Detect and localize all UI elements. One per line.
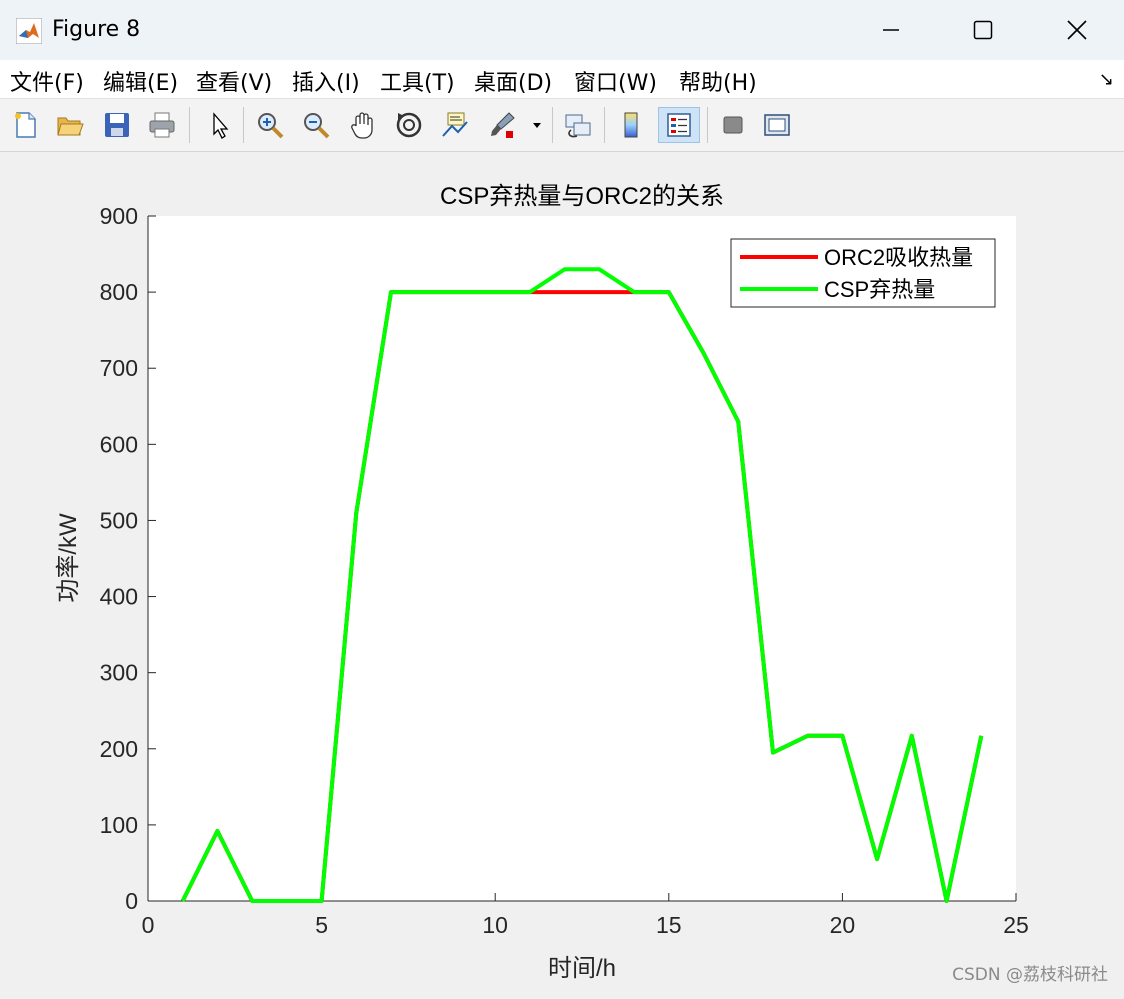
toolbar-separator <box>552 107 553 143</box>
save-icon <box>105 113 129 137</box>
menu-view[interactable]: 查看(V) <box>196 65 272 97</box>
x-axis-label: 时间/h <box>548 955 616 982</box>
y-tick-label: 600 <box>100 431 138 457</box>
menu-desktop[interactable]: 桌面(D) <box>474 65 552 97</box>
plot-area <box>148 216 1016 901</box>
y-tick-label: 500 <box>100 507 138 533</box>
link-plot-button[interactable] <box>560 107 596 143</box>
matlab-logo-icon <box>16 18 42 44</box>
zoom-out-icon <box>304 113 330 139</box>
y-tick-label: 700 <box>100 355 138 381</box>
y-tick-label: 100 <box>100 812 138 838</box>
window-title: Figure 8 <box>52 17 141 42</box>
close-button[interactable] <box>1030 0 1124 60</box>
x-tick-label: 25 <box>1003 912 1029 938</box>
toolbar-separator <box>604 107 605 143</box>
toolbar-separator <box>189 107 190 143</box>
rotate-3d-icon <box>396 112 422 138</box>
menu-edit[interactable]: 编辑(E) <box>103 65 178 97</box>
minimize-icon <box>883 29 899 31</box>
print-icon <box>149 112 175 138</box>
figure-canvas: 0 5 10 15 20 25 0 100 200 300 400 500 600 700 800 900 C… <box>0 152 1124 995</box>
menu-help[interactable]: 帮助(H) <box>679 65 757 97</box>
close-icon <box>1067 20 1087 40</box>
new-figure-icon <box>15 112 36 138</box>
line-chart[interactable]: 0 5 10 15 20 25 0 100 200 300 400 500 600 700 800 900 C… <box>0 152 1124 995</box>
zoom-out-button[interactable] <box>298 107 334 143</box>
show-plot-tools-button[interactable] <box>759 107 795 143</box>
link-plot-icon <box>565 114 591 138</box>
chevron-down-icon <box>533 123 541 128</box>
zoom-in-icon <box>258 113 284 139</box>
x-tick-label: 15 <box>656 912 682 938</box>
pan-button[interactable] <box>345 107 381 143</box>
hide-plot-tools-button[interactable] <box>715 107 751 143</box>
save-button[interactable] <box>99 107 135 143</box>
pointer-button[interactable] <box>201 107 237 143</box>
pan-hand-icon <box>351 112 373 139</box>
zoom-in-button[interactable] <box>252 107 288 143</box>
menu-overflow-arrow-icon[interactable]: ↘ <box>1099 69 1114 90</box>
x-tick-label: 20 <box>830 912 856 938</box>
y-tick-label: 300 <box>100 660 138 686</box>
x-tick-label: 10 <box>482 912 508 938</box>
y-tick-label: 800 <box>100 279 138 305</box>
toolbar-separator <box>707 107 708 143</box>
open-file-icon <box>57 117 84 136</box>
print-button[interactable] <box>144 107 180 143</box>
legend-label-2: CSP弃热量 <box>824 277 935 302</box>
brush-icon <box>491 112 515 138</box>
maximize-icon <box>973 20 993 40</box>
show-plot-tools-icon <box>764 114 790 136</box>
data-cursor-icon <box>442 112 468 137</box>
y-axis-label: 功率/kW <box>55 513 82 603</box>
menu-window[interactable]: 窗口(W) <box>574 65 657 97</box>
colorbar-icon <box>624 112 638 138</box>
x-tick-label: 0 <box>142 912 155 938</box>
pointer-icon <box>213 112 229 139</box>
legend[interactable]: ORC2吸收热量 CSP弃热量 <box>730 238 996 308</box>
maximize-button[interactable] <box>936 0 1030 60</box>
legend-label-1: ORC2吸收热量 <box>824 245 973 270</box>
y-tick-label: 400 <box>100 584 138 610</box>
rotate-3d-button[interactable] <box>391 107 427 143</box>
data-cursor-button[interactable] <box>437 107 473 143</box>
new-figure-button[interactable] <box>7 107 43 143</box>
colorbar-button[interactable] <box>613 107 649 143</box>
y-tick-label: 900 <box>100 203 138 229</box>
toolbar-separator <box>243 107 244 143</box>
legend-icon <box>667 113 691 137</box>
open-file-button[interactable] <box>52 107 88 143</box>
menu-insert[interactable]: 插入(I) <box>292 65 360 97</box>
menu-bar: 文件(F) 编辑(E) 查看(V) 插入(I) 工具(T) 桌面(D) 窗口(W… <box>0 60 1124 99</box>
x-tick-label: 5 <box>315 912 328 938</box>
minimize-button[interactable] <box>844 0 938 60</box>
hide-plot-tools-icon <box>723 116 743 134</box>
y-tick-label: 0 <box>125 888 138 914</box>
chart-title: CSP弃热量与ORC2的关系 <box>440 183 724 210</box>
figure-toolbar <box>0 99 1124 152</box>
y-tick-label: 200 <box>100 736 138 762</box>
brush-button[interactable] <box>484 107 520 143</box>
legend-button[interactable] <box>658 107 700 143</box>
window-titlebar: Figure 8 <box>0 0 1124 60</box>
brush-dropdown-button[interactable] <box>526 107 548 143</box>
menu-file[interactable]: 文件(F) <box>10 65 84 97</box>
watermark: CSDN @荔枝科研社 <box>952 965 1108 985</box>
menu-tools[interactable]: 工具(T) <box>380 65 455 97</box>
